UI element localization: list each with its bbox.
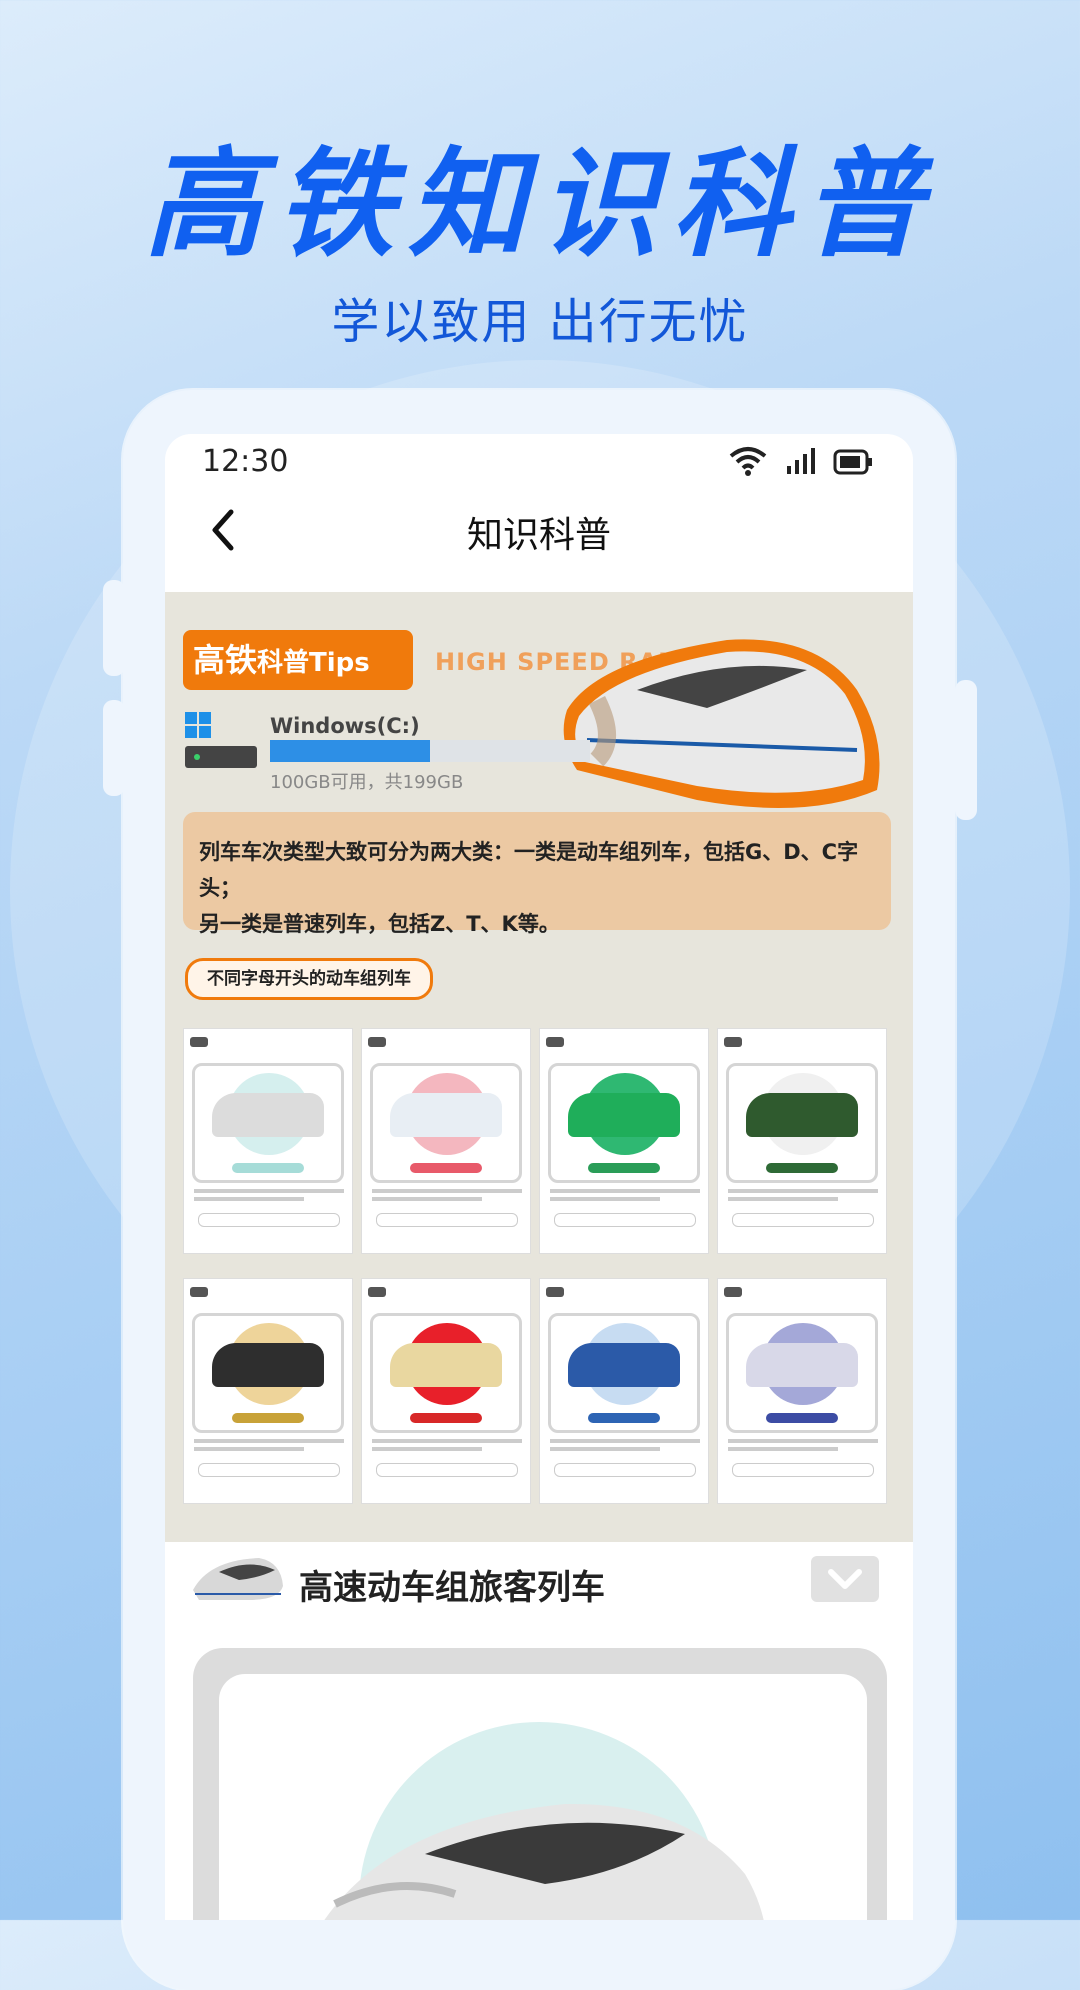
section-train-icon <box>193 1558 283 1600</box>
card-label <box>232 1163 304 1173</box>
drive-widget: Windows(C:) 100GB可用，共199GB <box>185 710 605 793</box>
phone-side-button <box>103 580 125 676</box>
card-header <box>724 1287 880 1301</box>
train-card <box>539 1028 709 1254</box>
drive-free-text: 100GB可用，共199GB <box>270 772 464 793</box>
card-header <box>724 1037 880 1051</box>
card-text-line <box>372 1447 482 1451</box>
card-header <box>190 1287 346 1301</box>
card-train-image <box>568 1093 680 1137</box>
chevron-down-icon <box>828 1569 862 1589</box>
signal-icon <box>787 448 815 474</box>
mini-train-icon <box>724 1037 742 1047</box>
train-card <box>717 1278 887 1504</box>
poster-tag-suffix: 科普Tips <box>257 648 370 678</box>
mini-train-icon <box>724 1287 742 1297</box>
info-line: 另一类是普速列车，包括Z、T、K等。 <box>199 912 560 936</box>
card-label <box>410 1413 482 1423</box>
battery-icon <box>833 449 872 475</box>
category-pill: 不同字母开头的动车组列车 <box>185 958 433 1000</box>
card-label <box>588 1413 660 1423</box>
detail-train-image <box>324 1803 764 1920</box>
drive-label: Windows(C:) <box>270 714 420 738</box>
card-train-image <box>390 1343 502 1387</box>
train-card <box>183 1278 353 1504</box>
train-card <box>183 1028 353 1254</box>
hard-drive-icon <box>185 746 257 768</box>
section-title: 高速动车组旅客列车 <box>299 1568 605 1608</box>
card-header <box>546 1037 702 1051</box>
train-card <box>539 1278 709 1504</box>
mini-train-icon <box>546 1037 564 1047</box>
card-text-line <box>550 1189 700 1193</box>
card-text-line <box>550 1447 660 1451</box>
card-button <box>732 1463 874 1477</box>
card-label <box>588 1163 660 1173</box>
card-train-image <box>746 1093 858 1137</box>
train-image <box>563 639 880 808</box>
card-text-line <box>194 1447 304 1451</box>
train-card <box>717 1028 887 1254</box>
status-bar: 12:30 <box>165 434 913 486</box>
card-text-line <box>728 1197 838 1201</box>
card-button <box>554 1213 696 1227</box>
card-header <box>368 1037 524 1051</box>
train-card <box>361 1028 531 1254</box>
card-label <box>410 1163 482 1173</box>
drive-usage-bar <box>270 740 590 762</box>
card-train-image <box>390 1093 502 1137</box>
card-header <box>190 1037 346 1051</box>
card-text-line <box>194 1189 344 1193</box>
card-text-line <box>728 1447 838 1451</box>
hero-subtitle: 学以致用 出行无忧 <box>331 294 749 350</box>
card-text-line <box>372 1189 522 1193</box>
card-button <box>376 1213 518 1227</box>
card-label <box>766 1413 838 1423</box>
mini-train-icon <box>190 1287 208 1297</box>
app-screen: 12:30 知识科普 高铁科普Tips HIGH SPEED RAIL Wind… <box>165 434 913 1920</box>
poster-tag: 高铁科普Tips <box>183 630 413 690</box>
card-header <box>368 1287 524 1301</box>
card-train-image <box>212 1343 324 1387</box>
info-box: 列车车次类型大致可分为两大类：一类是动车组列车，包括G、D、C字头； 另一类是普… <box>183 812 891 936</box>
card-text-line <box>194 1439 344 1443</box>
card-text-line <box>372 1197 482 1201</box>
card-text-line <box>550 1439 700 1443</box>
nav-bar: 知识科普 <box>165 486 913 572</box>
windows-logo-icon <box>185 712 211 738</box>
status-time: 12:30 <box>202 444 289 479</box>
train-card <box>361 1278 531 1504</box>
mini-train-icon <box>368 1037 386 1047</box>
card-text-line <box>550 1197 660 1201</box>
expand-button[interactable] <box>811 1556 879 1602</box>
mini-train-icon <box>190 1037 208 1047</box>
card-text-line <box>728 1189 878 1193</box>
poster-tag-text: 高铁 <box>193 641 258 679</box>
card-label <box>232 1413 304 1423</box>
card-text-line <box>728 1439 878 1443</box>
info-line: 列车车次类型大致可分为两大类：一类是动车组列车，包括G、D、C字头； <box>199 840 859 900</box>
mini-train-icon <box>546 1287 564 1297</box>
knowledge-poster: 高铁科普Tips HIGH SPEED RAIL Windows(C:) 100… <box>165 592 913 1542</box>
wifi-icon <box>729 447 767 476</box>
card-train-image <box>746 1343 858 1387</box>
card-button <box>376 1463 518 1477</box>
card-button <box>732 1213 874 1227</box>
card-header <box>546 1287 702 1301</box>
card-text-line <box>194 1197 304 1201</box>
card-label <box>766 1163 838 1173</box>
card-button <box>554 1463 696 1477</box>
hero-title: 高铁知识科普 <box>143 135 936 273</box>
card-text-line <box>372 1439 522 1443</box>
card-button <box>198 1213 340 1227</box>
page-title: 知识科普 <box>466 515 611 556</box>
mini-train-icon <box>368 1287 386 1297</box>
card-train-image <box>568 1343 680 1387</box>
card-train-image <box>212 1093 324 1137</box>
phone-side-button <box>103 700 125 796</box>
drive-usage-fill <box>270 740 430 762</box>
card-button <box>198 1463 340 1477</box>
phone-side-button <box>955 680 977 820</box>
